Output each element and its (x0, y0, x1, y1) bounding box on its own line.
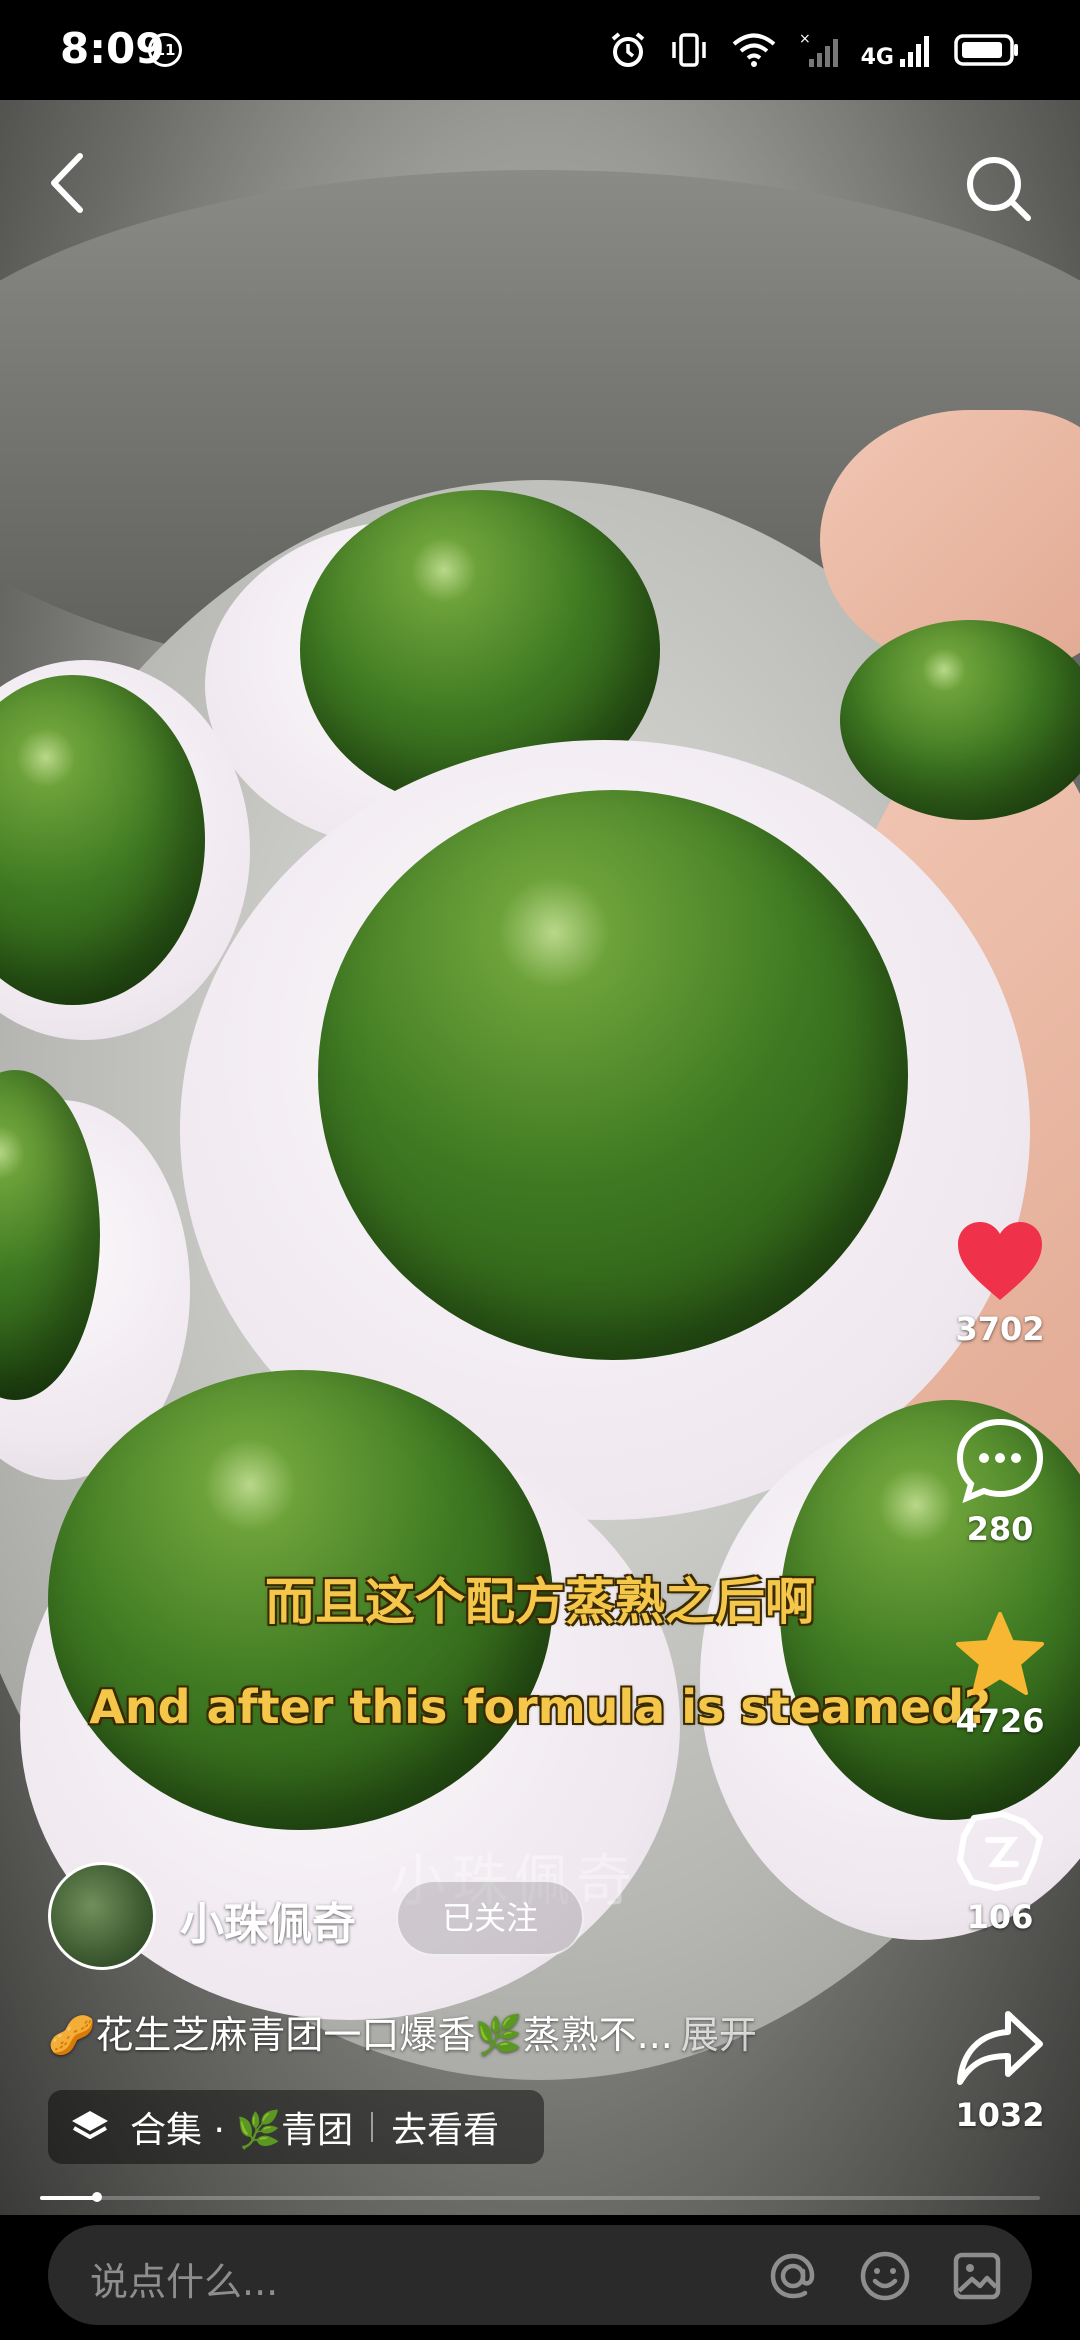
layers-icon (72, 2111, 108, 2139)
svg-text:×: × (799, 31, 811, 47)
at-icon[interactable] (766, 2249, 820, 2303)
share-icon (957, 2011, 1043, 2085)
remix-count: 106 (966, 1898, 1034, 1936)
collection-divider (371, 2112, 374, 2142)
subtitle-english: And after this formula is steamed? (89, 1680, 991, 1734)
favorite-count: 4726 (955, 1702, 1045, 1740)
star-icon (956, 1612, 1044, 1695)
comment-placeholder: 说点什么... (90, 2260, 279, 2304)
status-icons: × 4G (609, 28, 1020, 72)
collection-action[interactable]: 去看看 (391, 2101, 499, 2153)
like-button[interactable]: 3702 (940, 1220, 1060, 1348)
author-name[interactable]: 小珠佩奇 (180, 1888, 356, 1952)
progress-thumb[interactable] (91, 2192, 102, 2202)
share-count: 1032 (955, 2096, 1045, 2134)
vibrate-icon (671, 33, 706, 67)
collection-chip[interactable]: 合集 · 🌿青团 去看看 (48, 2090, 544, 2164)
alarm-icon (611, 32, 644, 67)
status-bar: 8:09 11 × 4G (0, 0, 1080, 100)
video-description[interactable]: 🥜花生芝麻青团一口爆香🌿蒸熟不... 展开 (48, 2004, 908, 2059)
comment-button[interactable]: 280 (940, 1416, 1060, 1548)
signal-weak-icon: × (799, 31, 838, 67)
comment-input[interactable]: 说点什么... (48, 2225, 1032, 2325)
progress-fill (40, 2196, 97, 2200)
follow-button[interactable]: 已关注 (396, 1880, 584, 1956)
heart-icon (958, 1222, 1042, 1300)
description-text: 🥜花生芝麻青团一口爆香🌿蒸熟不... (48, 2013, 673, 2057)
expand-link[interactable]: 展开 (681, 2013, 757, 2057)
wifi-icon (732, 33, 775, 67)
video-progress-bar[interactable] (40, 2192, 1040, 2202)
remix-button[interactable]: 106 (940, 1808, 1060, 1936)
comment-count: 280 (966, 1510, 1034, 1548)
remix-icon (957, 1811, 1043, 1891)
qingtuan-ball-main (318, 790, 908, 1360)
favorite-button[interactable]: 4726 (940, 1610, 1060, 1740)
like-count: 3702 (955, 1310, 1045, 1348)
search-icon[interactable] (958, 148, 1038, 228)
share-button[interactable]: 1032 (940, 2006, 1060, 2134)
battery-icon (954, 34, 1018, 66)
subtitle-chinese: 而且这个配方蒸熟之后啊 (265, 1573, 815, 1631)
signal-full-icon (900, 36, 929, 67)
author-avatar[interactable] (48, 1862, 156, 1970)
emoji-icon[interactable] (858, 2249, 912, 2303)
notification-badge: 11 (148, 33, 182, 67)
network-type: 4G (860, 45, 894, 70)
collection-label: 合集 · 🌿青团 (130, 2110, 354, 2151)
bottom-bar: 说点什么... (0, 2215, 1080, 2340)
comment-icon (956, 1418, 1044, 1504)
cellular-signal: 4G (861, 31, 932, 69)
image-icon[interactable] (950, 2249, 1004, 2303)
back-icon[interactable] (40, 148, 100, 218)
